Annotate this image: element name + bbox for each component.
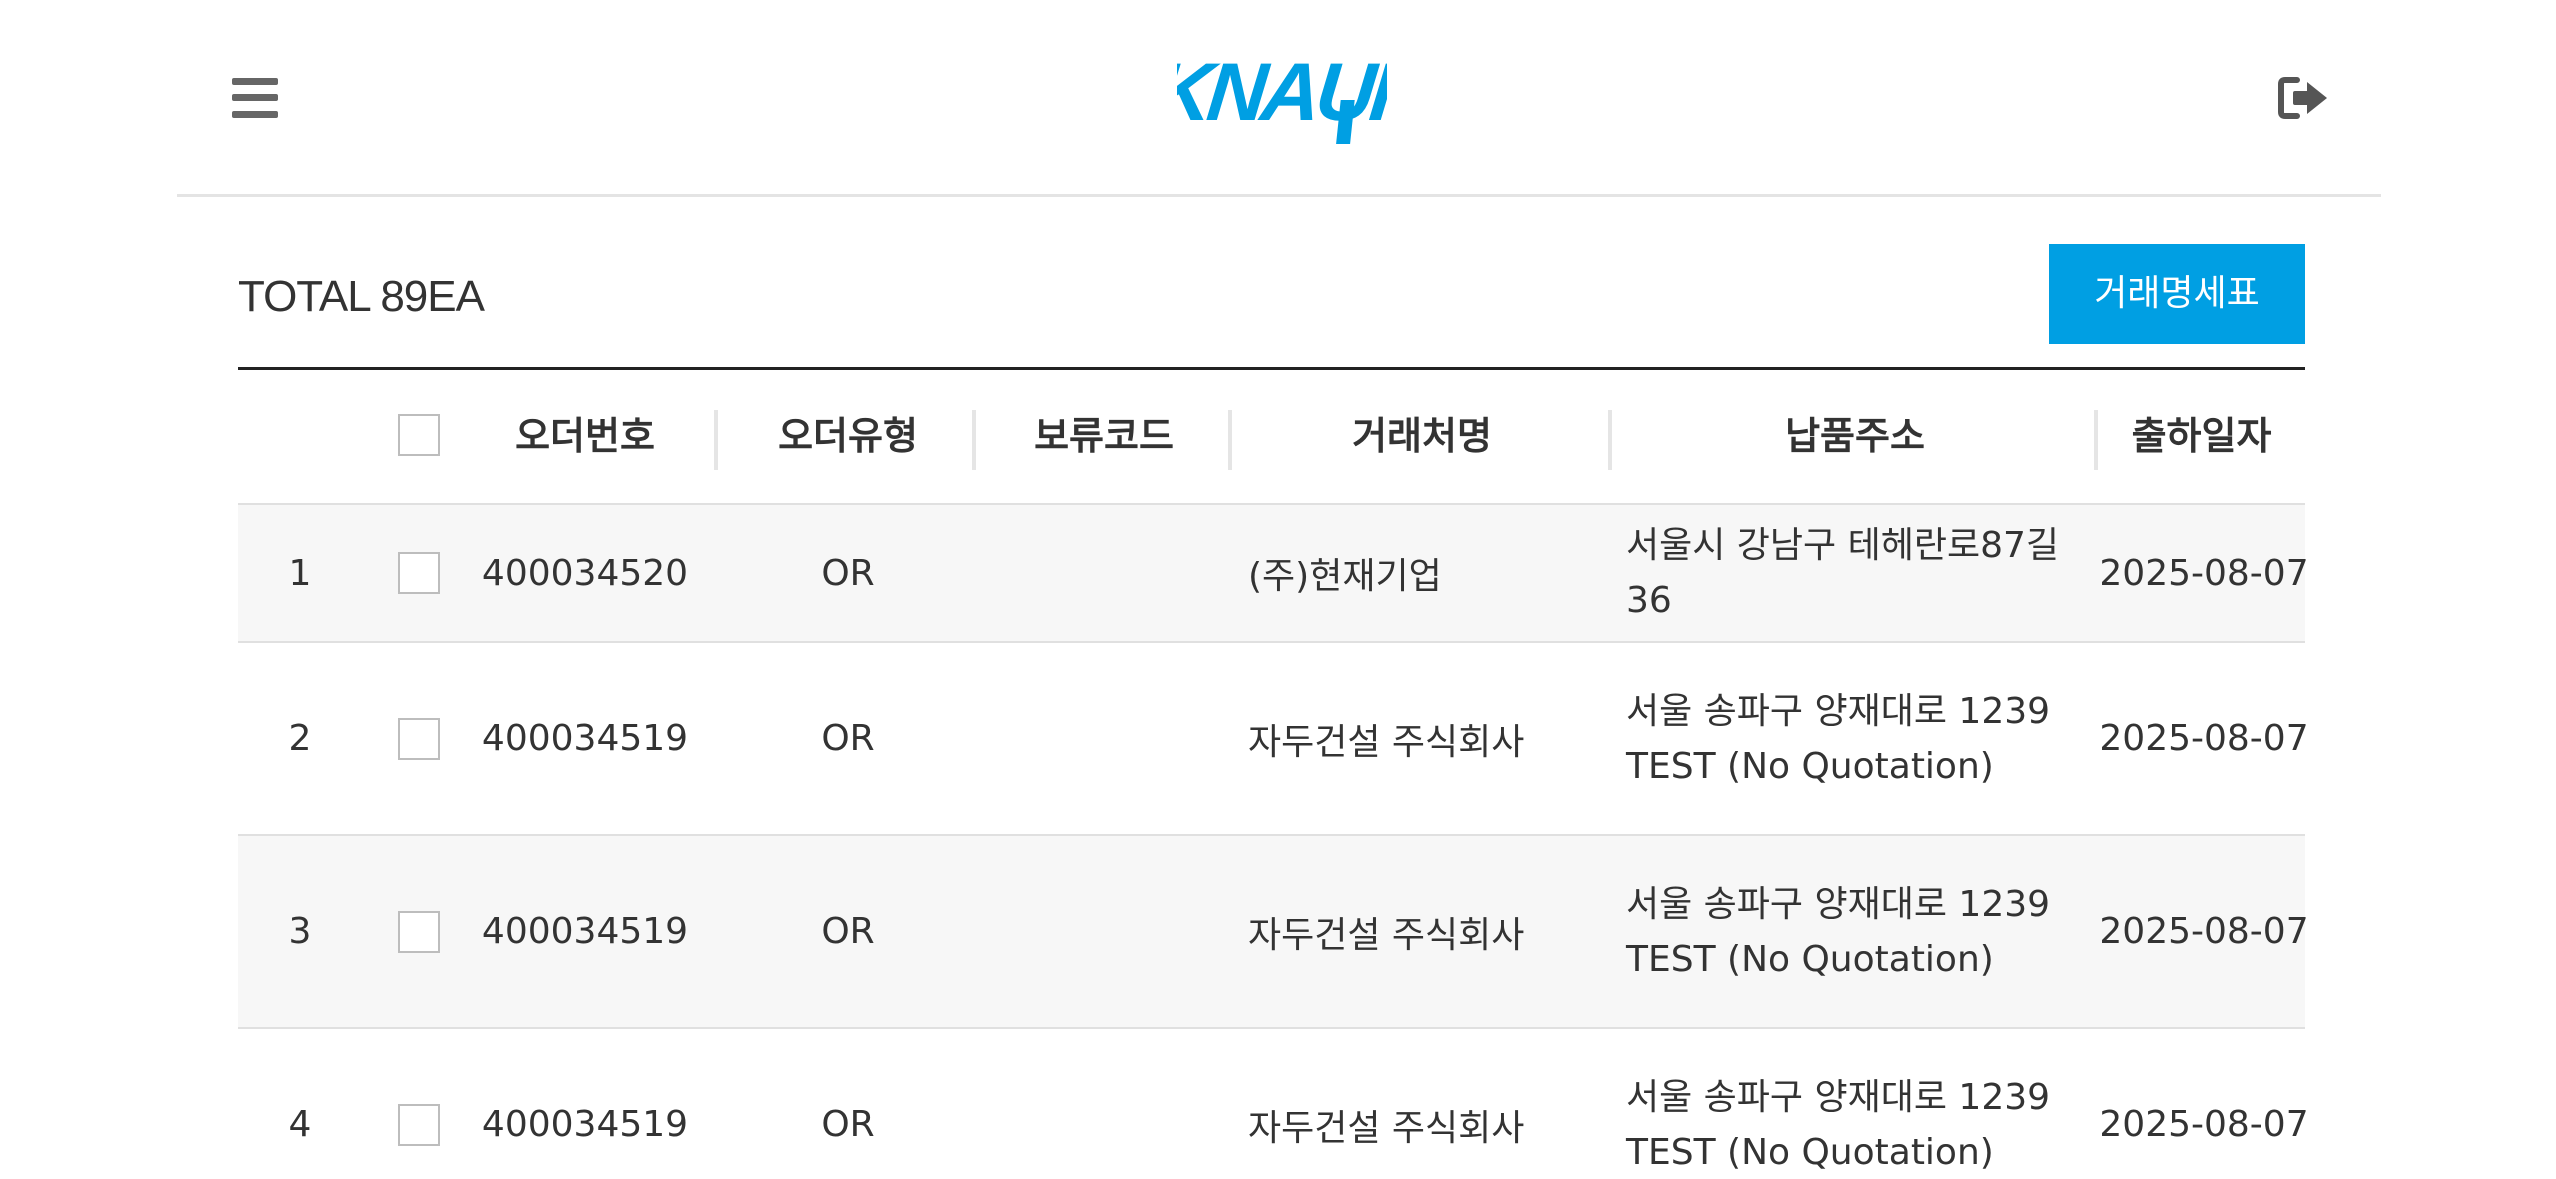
column-header-order-no[interactable]: 오더번호: [470, 370, 700, 503]
order-type: OR: [821, 718, 875, 759]
delivery-address-text: 서울 송파구 양재대로 1239 TEST (No Quotation): [1626, 690, 2051, 787]
column-header-address[interactable]: 납품주소: [1612, 370, 2098, 503]
column-header-customer[interactable]: 거래처명: [1232, 370, 1612, 503]
hold-code: [976, 836, 1232, 1027]
delivery-address: 서울 송파구 양재대로 1239 TEST (No Quotation): [1626, 643, 2086, 834]
hold-code: [976, 505, 1232, 641]
order-number[interactable]: 400034519: [470, 643, 700, 834]
table-header-row: 오더번호 오더유형 보류코드 거래처명 납품주소 출하일자: [238, 370, 2305, 505]
order-number[interactable]: 400034519: [470, 1029, 700, 1179]
delivery-address: 서울 송파구 양재대로 1239 TEST (No Quotation): [1626, 1029, 2086, 1179]
ship-date: 2025-08-07: [2099, 718, 2309, 759]
total-count: TOTAL 89EA: [238, 272, 485, 321]
customer-name: 자두건설 주식회사: [1248, 914, 1525, 956]
order-number[interactable]: 400034520: [470, 505, 700, 641]
table-row[interactable]: 3 400034519 OR 자두건설 주식회사 서울 송파구 양재대로 123…: [238, 836, 2309, 1029]
customer-name: (주)현재기업: [1248, 556, 1442, 597]
sign-out-icon[interactable]: [2277, 74, 2331, 122]
hold-code: [976, 643, 1232, 834]
brand-wordmark: KNAUF: [1177, 47, 1387, 138]
table-row[interactable]: 2 400034519 OR 자두건설 주식회사 서울 송파구 양재대로 123…: [238, 643, 2309, 836]
delivery-address-text: 서울 송파구 양재대로 1239 TEST (No Quotation): [1626, 883, 2051, 980]
ship-date: 2025-08-07: [2099, 911, 2309, 952]
customer-name: 자두건설 주식회사: [1248, 721, 1525, 763]
row-number: 4: [288, 1104, 312, 1145]
table-row[interactable]: 1 400034520 OR (주)현재기업 서울시 강남구 테헤란로87길 3…: [238, 505, 2309, 643]
delivery-address-text: 서울시 강남구 테헤란로87길 36: [1626, 525, 2060, 621]
select-all-checkbox[interactable]: [398, 414, 440, 456]
column-header-order-type[interactable]: 오더유형: [718, 370, 978, 503]
row-checkbox[interactable]: [398, 718, 440, 760]
delivery-address-text: 서울 송파구 양재대로 1239 TEST (No Quotation): [1626, 1076, 2051, 1173]
order-type: OR: [821, 911, 875, 952]
transaction-statement-button[interactable]: 거래명세표: [2049, 244, 2305, 344]
row-number: 1: [288, 552, 312, 594]
column-header-ship-date[interactable]: 출하일자: [2098, 370, 2305, 503]
app-header: KNAUF: [177, 0, 2381, 197]
order-table: 오더번호 오더유형 보류코드 거래처명 납품주소 출하일자 1 40003452…: [238, 367, 2309, 1179]
order-type: OR: [821, 1104, 875, 1145]
customer-name: 자두건설 주식회사: [1248, 1107, 1525, 1149]
row-number: 3: [288, 911, 312, 952]
row-number: 2: [288, 718, 312, 759]
row-checkbox[interactable]: [398, 552, 440, 594]
order-number[interactable]: 400034519: [470, 836, 700, 1027]
table-row[interactable]: 4 400034519 OR 자두건설 주식회사 서울 송파구 양재대로 123…: [238, 1029, 2309, 1179]
delivery-address: 서울 송파구 양재대로 1239 TEST (No Quotation): [1626, 836, 2086, 1027]
delivery-address: 서울시 강남구 테헤란로87길 36: [1626, 505, 2086, 641]
knauf-logo[interactable]: KNAUF: [1177, 40, 1387, 148]
hamburger-menu-icon[interactable]: [232, 78, 278, 118]
hold-code: [976, 1029, 1232, 1179]
ship-date: 2025-08-07: [2099, 552, 2309, 594]
column-header-hold-code[interactable]: 보류코드: [976, 370, 1232, 503]
order-list-page: KNAUF TOTAL 89EA 거래명세표 오더번호 오더유형 보류코드 거래…: [0, 0, 2556, 1179]
row-checkbox[interactable]: [398, 911, 440, 953]
order-type: OR: [821, 552, 875, 594]
ship-date: 2025-08-07: [2099, 1104, 2309, 1145]
row-checkbox[interactable]: [398, 1104, 440, 1146]
